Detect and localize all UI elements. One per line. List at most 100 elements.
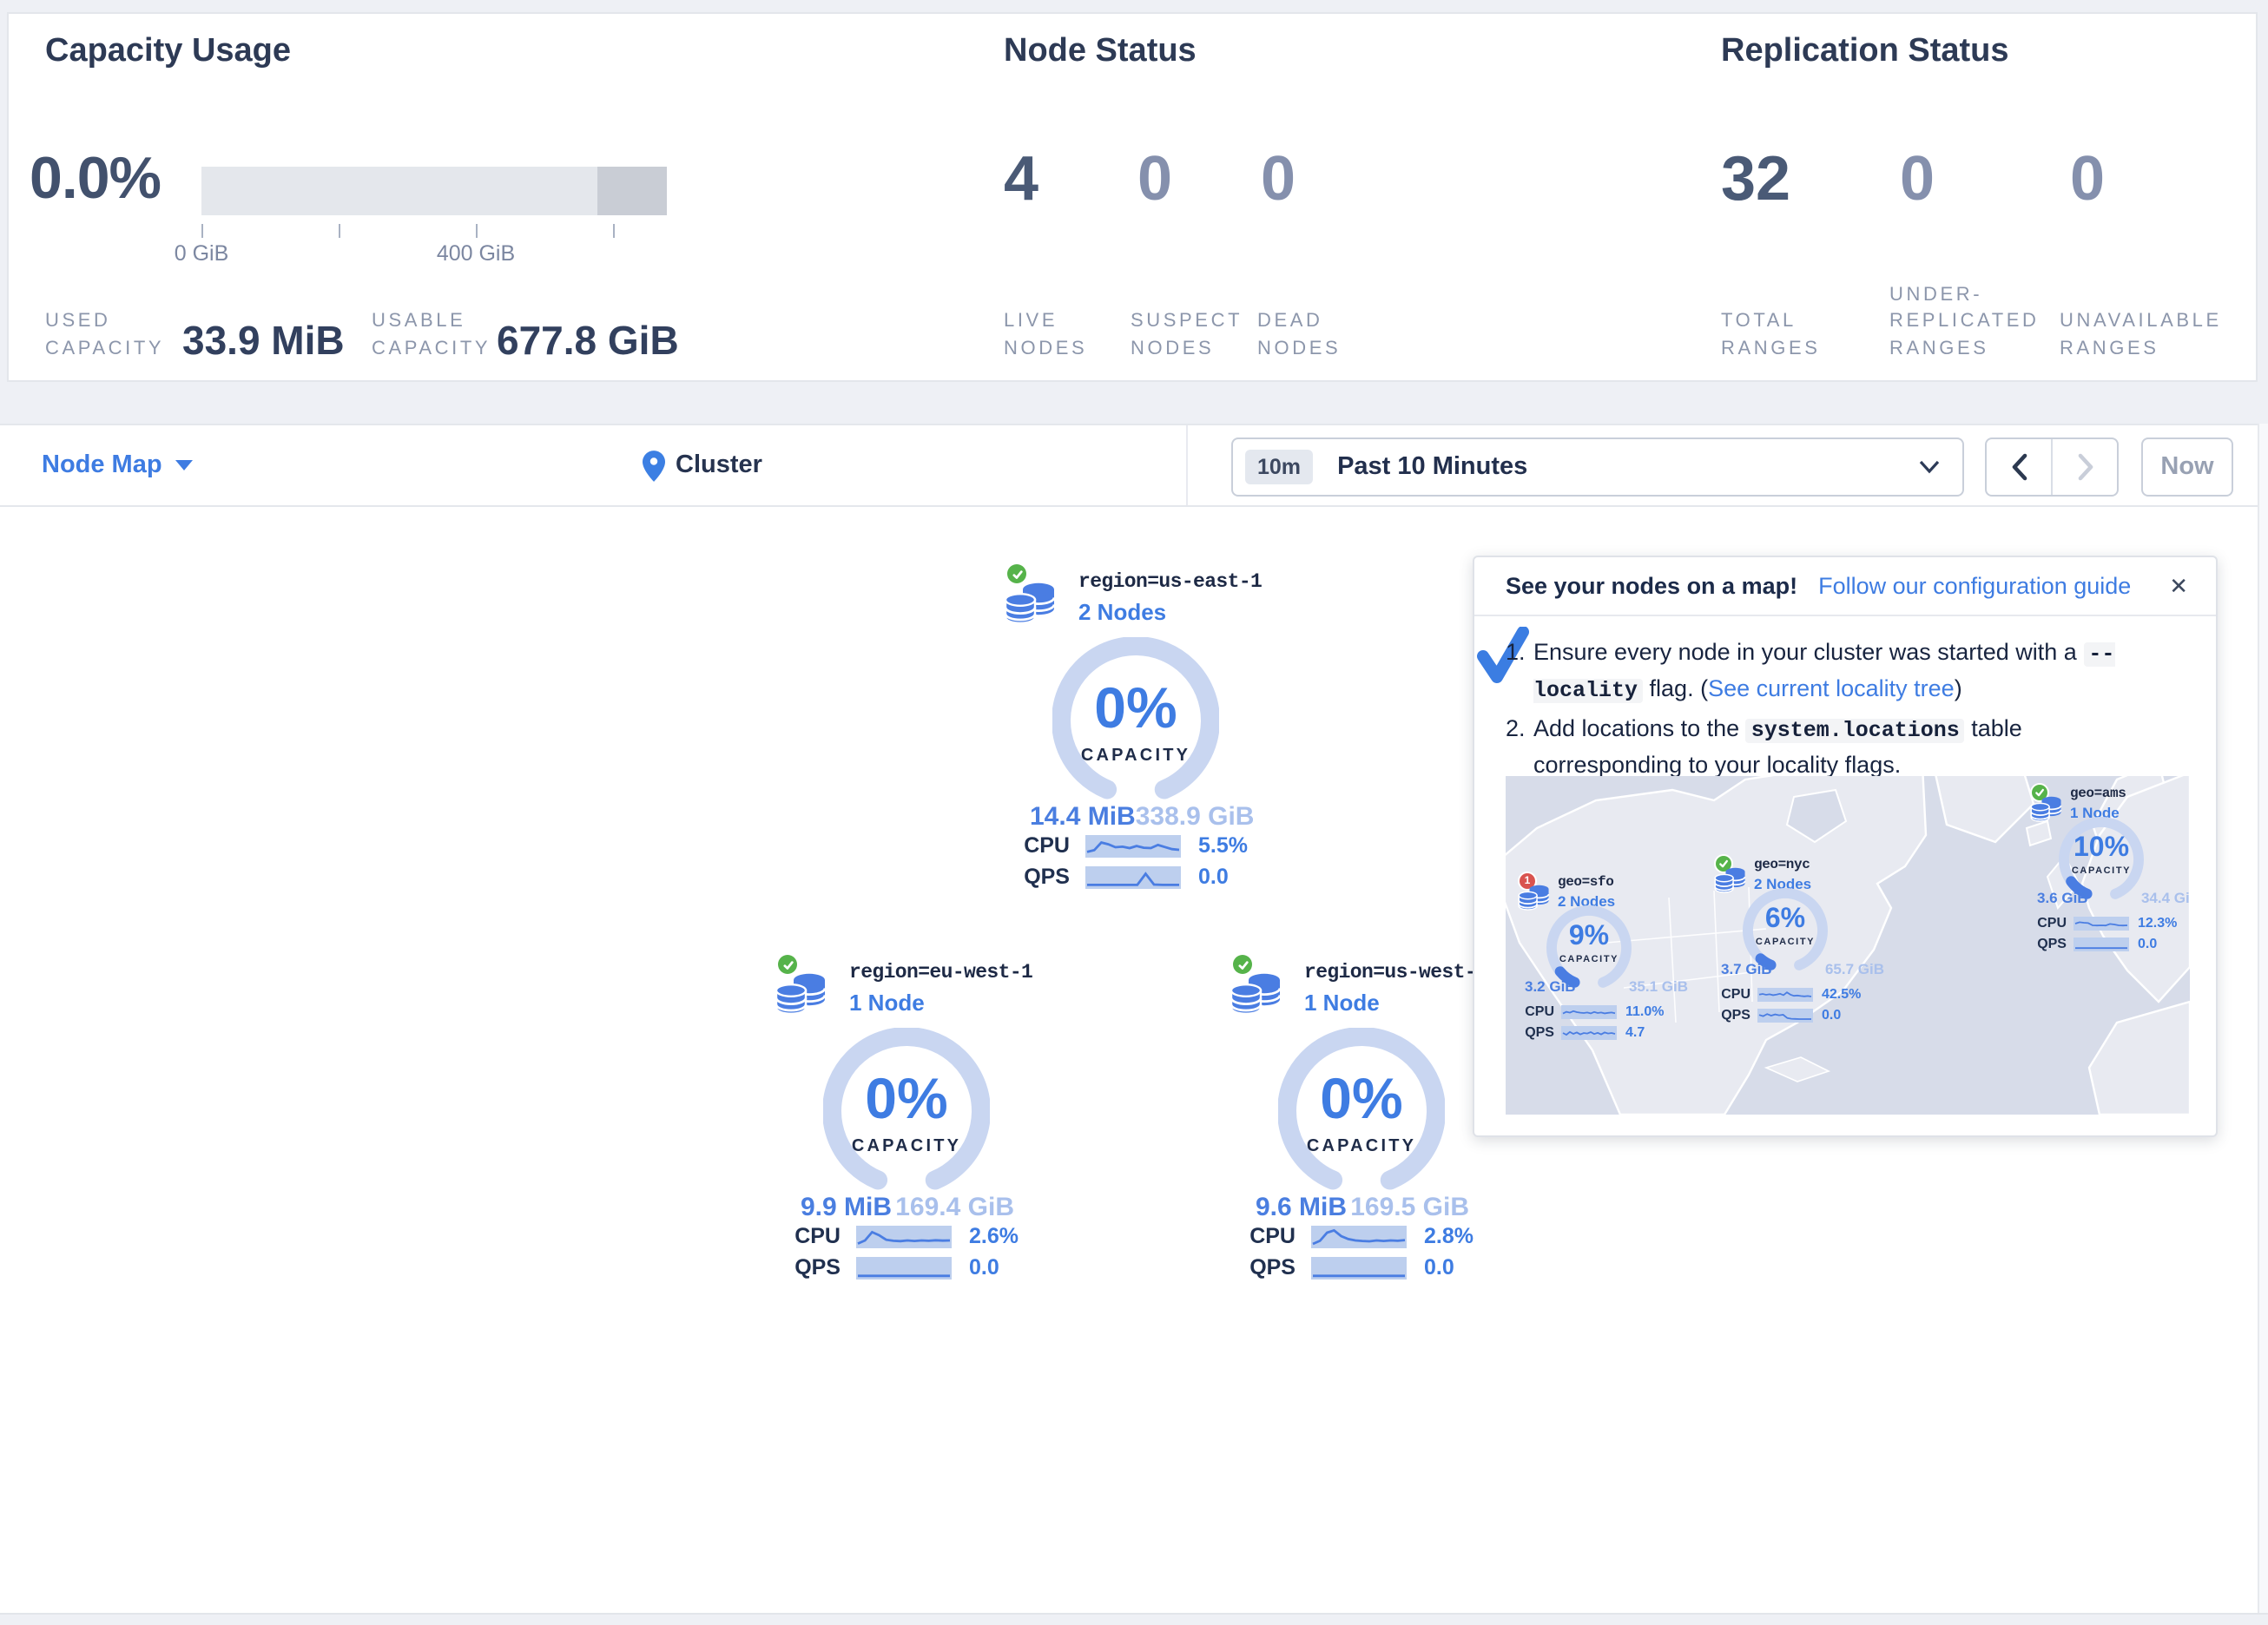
cpu-value: 42.5% xyxy=(1822,986,1861,1002)
region-used-capacity: 9.9 MiB xyxy=(801,1193,892,1222)
caret-down-icon xyxy=(176,460,194,470)
region-node-count[interactable]: 1 Node xyxy=(849,990,925,1016)
health-ok-badge xyxy=(1007,564,1026,583)
capacity-percent: 0.0% xyxy=(30,146,161,214)
qps-sparkline xyxy=(2074,937,2129,951)
region-total-capacity: 169.4 GiB xyxy=(895,1193,1014,1222)
unavailable-label: UNAVAILABLE RANGES xyxy=(2060,309,2237,363)
gauge-percent: 9% xyxy=(1540,922,1638,953)
step-text: ) xyxy=(1955,675,1962,701)
dead-nodes-label: DEAD NODES xyxy=(1257,309,1368,363)
time-range-dropdown[interactable]: 10m Past 10 Minutes xyxy=(1231,438,1964,497)
region-node-count[interactable]: 1 Node xyxy=(1304,990,1380,1016)
cpu-value: 12.3% xyxy=(2138,915,2177,931)
qps-sparkline xyxy=(1757,1008,1813,1022)
under-replicated-count: 0 xyxy=(1900,142,1935,215)
code-system-locations: system.locations xyxy=(1746,719,1965,743)
capacity-bar-other-segment xyxy=(597,167,667,215)
gauge-percent: 0% xyxy=(823,1066,990,1132)
popup-header: See your nodes on a map! Follow our conf… xyxy=(1474,557,2216,616)
view-mode-dropdown[interactable]: Node Map xyxy=(42,425,194,505)
locality-tree-link[interactable]: See current locality tree xyxy=(1708,675,1955,701)
step-forward-button[interactable] xyxy=(2051,439,2117,495)
cpu-value: 11.0% xyxy=(1625,1003,1665,1019)
unavailable-count: 0 xyxy=(2070,142,2105,215)
node-status-title: Node Status xyxy=(1004,33,1197,71)
region-name: region=us-east-1 xyxy=(1078,571,1262,594)
cpu-sparkline xyxy=(2074,916,2129,930)
region-total-capacity: 35.1 GiB xyxy=(1629,977,1688,995)
mini-region-card-sfo: 1 geo=sfo 2 Nodes 9% xyxy=(1516,870,1697,1043)
time-range-label: Past 10 Minutes xyxy=(1337,453,1527,481)
breadcrumb[interactable]: Cluster xyxy=(643,425,762,505)
qps-label: QPS xyxy=(775,1255,841,1280)
view-toolbar: Node Map Cluster 10m Past 10 Minutes xyxy=(0,424,2268,507)
stats-panel: Capacity Usage 0.0% 0 GiB 400 GiB USED C… xyxy=(7,12,2258,382)
database-icon xyxy=(1230,972,1283,1016)
chevron-left-icon xyxy=(2010,453,2027,481)
used-capacity-label: USED CAPACITY xyxy=(45,309,184,363)
region-card-us-west-1[interactable]: region=us-west-1 1 Node 0% CAPACITY 9.6 … xyxy=(1230,950,1493,1286)
usable-capacity-value: 677.8 GiB xyxy=(497,318,679,365)
region-name: geo=sfo xyxy=(1558,875,1613,891)
axis-tick xyxy=(201,224,203,238)
qps-sparkline xyxy=(1085,865,1181,888)
region-name: geo=ams xyxy=(2070,786,2126,802)
region-total-capacity: 65.7 GiB xyxy=(1825,960,1884,977)
axis-tick xyxy=(476,224,478,238)
capacity-bar xyxy=(201,167,667,215)
database-icon xyxy=(1004,582,1058,625)
region-used-capacity: 3.2 GiB xyxy=(1525,977,1576,995)
page-right-rail xyxy=(2258,424,2268,1613)
now-button[interactable]: Now xyxy=(2141,438,2233,497)
location-pin-icon xyxy=(643,449,665,482)
gauge-caption: CAPACITY xyxy=(2053,866,2150,877)
usable-capacity-label: USABLE CAPACITY xyxy=(372,309,511,363)
region-node-count[interactable]: 2 Nodes xyxy=(1078,599,1166,625)
cpu-label: CPU xyxy=(1712,986,1750,1002)
region-card-us-east-1[interactable]: region=us-east-1 2 Nodes 0% CAPACITY 14.… xyxy=(1004,559,1268,896)
node-map-canvas[interactable]: region=us-east-1 2 Nodes 0% CAPACITY 14.… xyxy=(0,507,2258,1613)
popup-body: 1.Ensure every node in your cluster was … xyxy=(1474,616,2216,783)
gauge-percent: 6% xyxy=(1737,905,1834,936)
suspect-nodes-count: 0 xyxy=(1137,142,1172,215)
qps-value: 0.0 xyxy=(969,1255,999,1280)
region-name: region=eu-west-1 xyxy=(849,962,1032,984)
cpu-label: CPU xyxy=(1516,1003,1554,1019)
cpu-label: CPU xyxy=(775,1224,841,1248)
total-ranges-label: TOTAL RANGES xyxy=(1721,309,1843,363)
axis-tick xyxy=(339,224,340,238)
region-used-capacity: 3.6 GiB xyxy=(2037,889,2088,906)
live-nodes-label: LIVE NODES xyxy=(1004,309,1115,363)
live-nodes-count: 4 xyxy=(1004,142,1038,215)
region-name: geo=nyc xyxy=(1754,858,1810,873)
qps-value: 0.0 xyxy=(2138,936,2157,951)
cpu-label: CPU xyxy=(1004,833,1070,858)
region-total-capacity: 34.4 GiB xyxy=(2141,889,2190,906)
step-back-button[interactable] xyxy=(1987,439,2051,495)
mini-region-card-nyc: geo=nyc 2 Nodes 6% CAPACITY 3.7 GiB 65.7… xyxy=(1712,852,1893,1026)
gauge-percent: 10% xyxy=(2053,833,2150,865)
cpu-label: CPU xyxy=(2028,915,2067,931)
qps-sparkline xyxy=(1311,1256,1407,1279)
setup-step: 1.Ensure every node in your cluster was … xyxy=(1506,635,2162,708)
gauge-percent: 0% xyxy=(1052,675,1219,741)
gauge-percent: 0% xyxy=(1278,1066,1445,1132)
configuration-guide-link[interactable]: Follow our configuration guide xyxy=(1818,573,2131,599)
region-card-eu-west-1[interactable]: region=eu-west-1 1 Node 0% CAPACITY 9.9 … xyxy=(775,950,1038,1286)
close-icon[interactable]: ✕ xyxy=(2162,569,2195,603)
capacity-gauge: 0% CAPACITY xyxy=(823,1028,990,1194)
cpu-value: 2.6% xyxy=(969,1224,1019,1248)
gauge-caption: CAPACITY xyxy=(1052,747,1219,766)
health-ok-badge xyxy=(778,955,797,974)
db-console-page: Capacity Usage 0.0% 0 GiB 400 GiB USED C… xyxy=(0,0,2268,1625)
qps-value: 4.7 xyxy=(1625,1024,1645,1040)
qps-value: 0.0 xyxy=(1822,1007,1841,1023)
gauge-caption: CAPACITY xyxy=(823,1137,990,1156)
gauge-caption: CAPACITY xyxy=(1278,1137,1445,1156)
cpu-label: CPU xyxy=(1230,1224,1296,1248)
cpu-sparkline xyxy=(856,1225,952,1247)
region-used-capacity: 9.6 MiB xyxy=(1256,1193,1347,1222)
capacity-gauge: 0% CAPACITY xyxy=(1278,1028,1445,1194)
capacity-usage-title: Capacity Usage xyxy=(45,33,291,71)
